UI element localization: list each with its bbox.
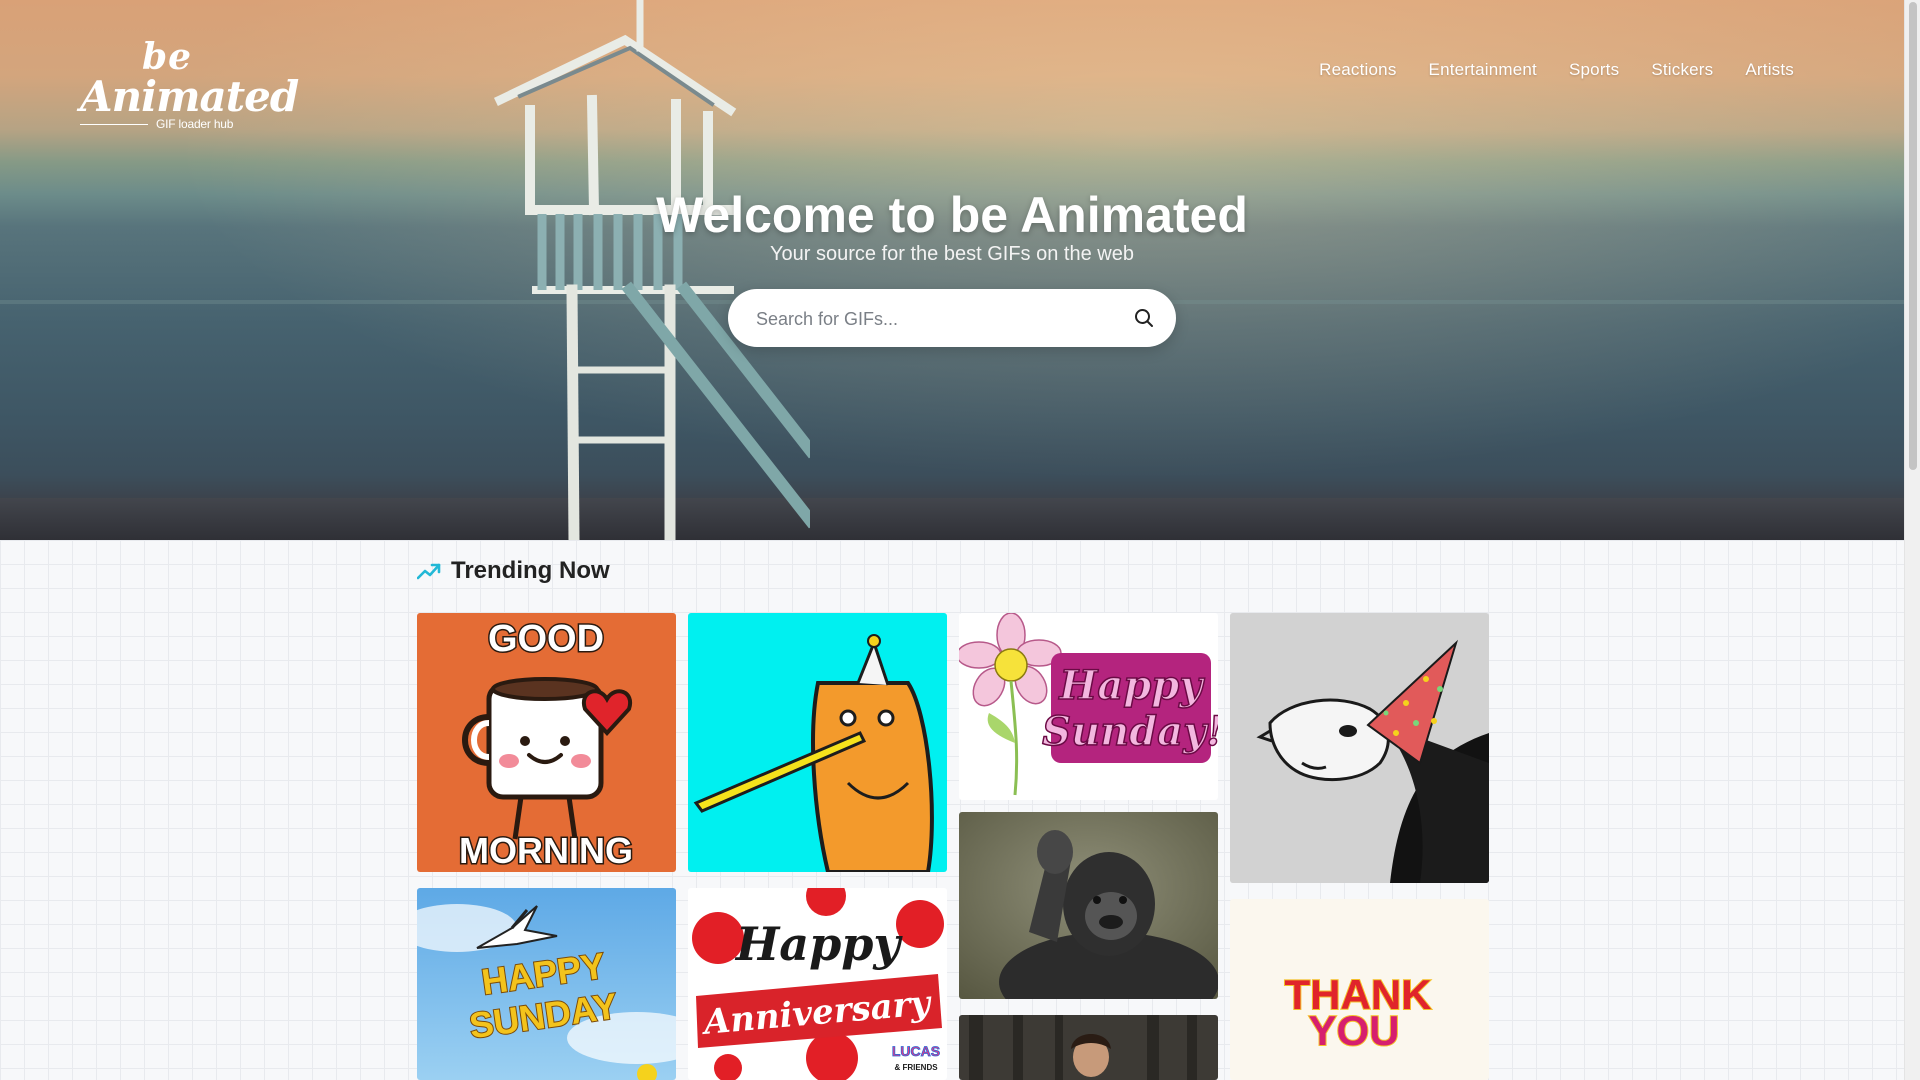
lifeguard-tower-image bbox=[493, 0, 810, 540]
gif-good-text: GOOD bbox=[488, 618, 604, 660]
nav-link-entertainment[interactable]: Entertainment bbox=[1429, 60, 1537, 80]
gif-clapping-gorilla-image bbox=[959, 812, 1218, 999]
gif-good-morning-image: GOOD MORNING bbox=[417, 613, 676, 872]
gif-happy-anniversary-image: Happy Anniversary LUCAS & FRIENDS bbox=[688, 888, 947, 1080]
nav-link-stickers[interactable]: Stickers bbox=[1651, 60, 1713, 80]
gif-you-text: YOU bbox=[1308, 1007, 1399, 1054]
site-logo[interactable]: be Animated GIF loader hub bbox=[80, 36, 299, 136]
gif-tile-child-forest[interactable] bbox=[959, 1015, 1218, 1080]
trending-title: Trending Now bbox=[451, 557, 610, 584]
trending-up-icon bbox=[417, 563, 441, 580]
gif-flower-happy-text: Happy bbox=[1059, 662, 1206, 709]
gif-tile-happy-sunday-bird[interactable]: HAPPY SUNDAY bbox=[417, 888, 676, 1080]
scrollbar-thumb[interactable] bbox=[1909, 2, 1917, 470]
gif-morning-text: MORNING bbox=[459, 830, 633, 871]
search-icon[interactable] bbox=[1132, 306, 1156, 330]
hero-banner: be Animated GIF loader hub Reactions Ent… bbox=[0, 0, 1904, 540]
gif-party-girl-image bbox=[1230, 613, 1489, 883]
gif-tile-party-bear[interactable] bbox=[688, 613, 947, 872]
hero-shore bbox=[0, 498, 1904, 540]
trending-section: Trending Now GOOD MORNING HAPPY SUNDAY H… bbox=[0, 540, 1904, 1080]
gif-tile-happy-sunday-flower[interactable]: Happy Sunday! bbox=[959, 613, 1218, 800]
logo-tagline: GIF loader hub bbox=[156, 117, 234, 131]
trending-heading: Trending Now bbox=[417, 557, 610, 585]
nav-link-reactions[interactable]: Reactions bbox=[1319, 60, 1396, 80]
gif-child-forest-image bbox=[959, 1015, 1218, 1080]
gif-party-bear-image bbox=[688, 613, 947, 872]
gif-tile-clapping-gorilla[interactable] bbox=[959, 812, 1218, 999]
logo-divider bbox=[80, 124, 148, 125]
gif-anniversary-happy-text: Happy bbox=[734, 917, 904, 971]
search-bar bbox=[728, 289, 1176, 349]
gif-anniversary-badge-sub: & FRIENDS bbox=[894, 1063, 938, 1072]
search-input[interactable] bbox=[754, 289, 1118, 349]
gif-happy-sunday-bird-image: HAPPY SUNDAY bbox=[417, 888, 676, 1080]
gif-tile-party-girl[interactable] bbox=[1230, 613, 1489, 883]
gif-flower-sunday-text: Sunday! bbox=[1042, 708, 1218, 755]
gif-thank-you-image: THANK YOU bbox=[1230, 899, 1489, 1080]
gif-tile-good-morning[interactable]: GOOD MORNING bbox=[417, 613, 676, 872]
gif-tile-happy-anniversary[interactable]: Happy Anniversary LUCAS & FRIENDS bbox=[688, 888, 947, 1080]
gif-anniversary-badge-text: LUCAS bbox=[892, 1043, 940, 1059]
gif-happy-sunday-flower-image: Happy Sunday! bbox=[959, 613, 1218, 800]
logo-animated-text: Animated bbox=[80, 72, 299, 121]
gif-tile-thank-you[interactable]: THANK YOU bbox=[1230, 899, 1489, 1080]
page-scrollbar[interactable] bbox=[1904, 0, 1920, 1080]
main-nav: Reactions Entertainment Sports Stickers … bbox=[1319, 60, 1794, 80]
nav-link-artists[interactable]: Artists bbox=[1745, 60, 1794, 80]
hero-title: Welcome to be Animated bbox=[656, 187, 1248, 243]
nav-link-sports[interactable]: Sports bbox=[1569, 60, 1619, 80]
hero-subtitle: Your source for the best GIFs on the web bbox=[770, 243, 1134, 265]
